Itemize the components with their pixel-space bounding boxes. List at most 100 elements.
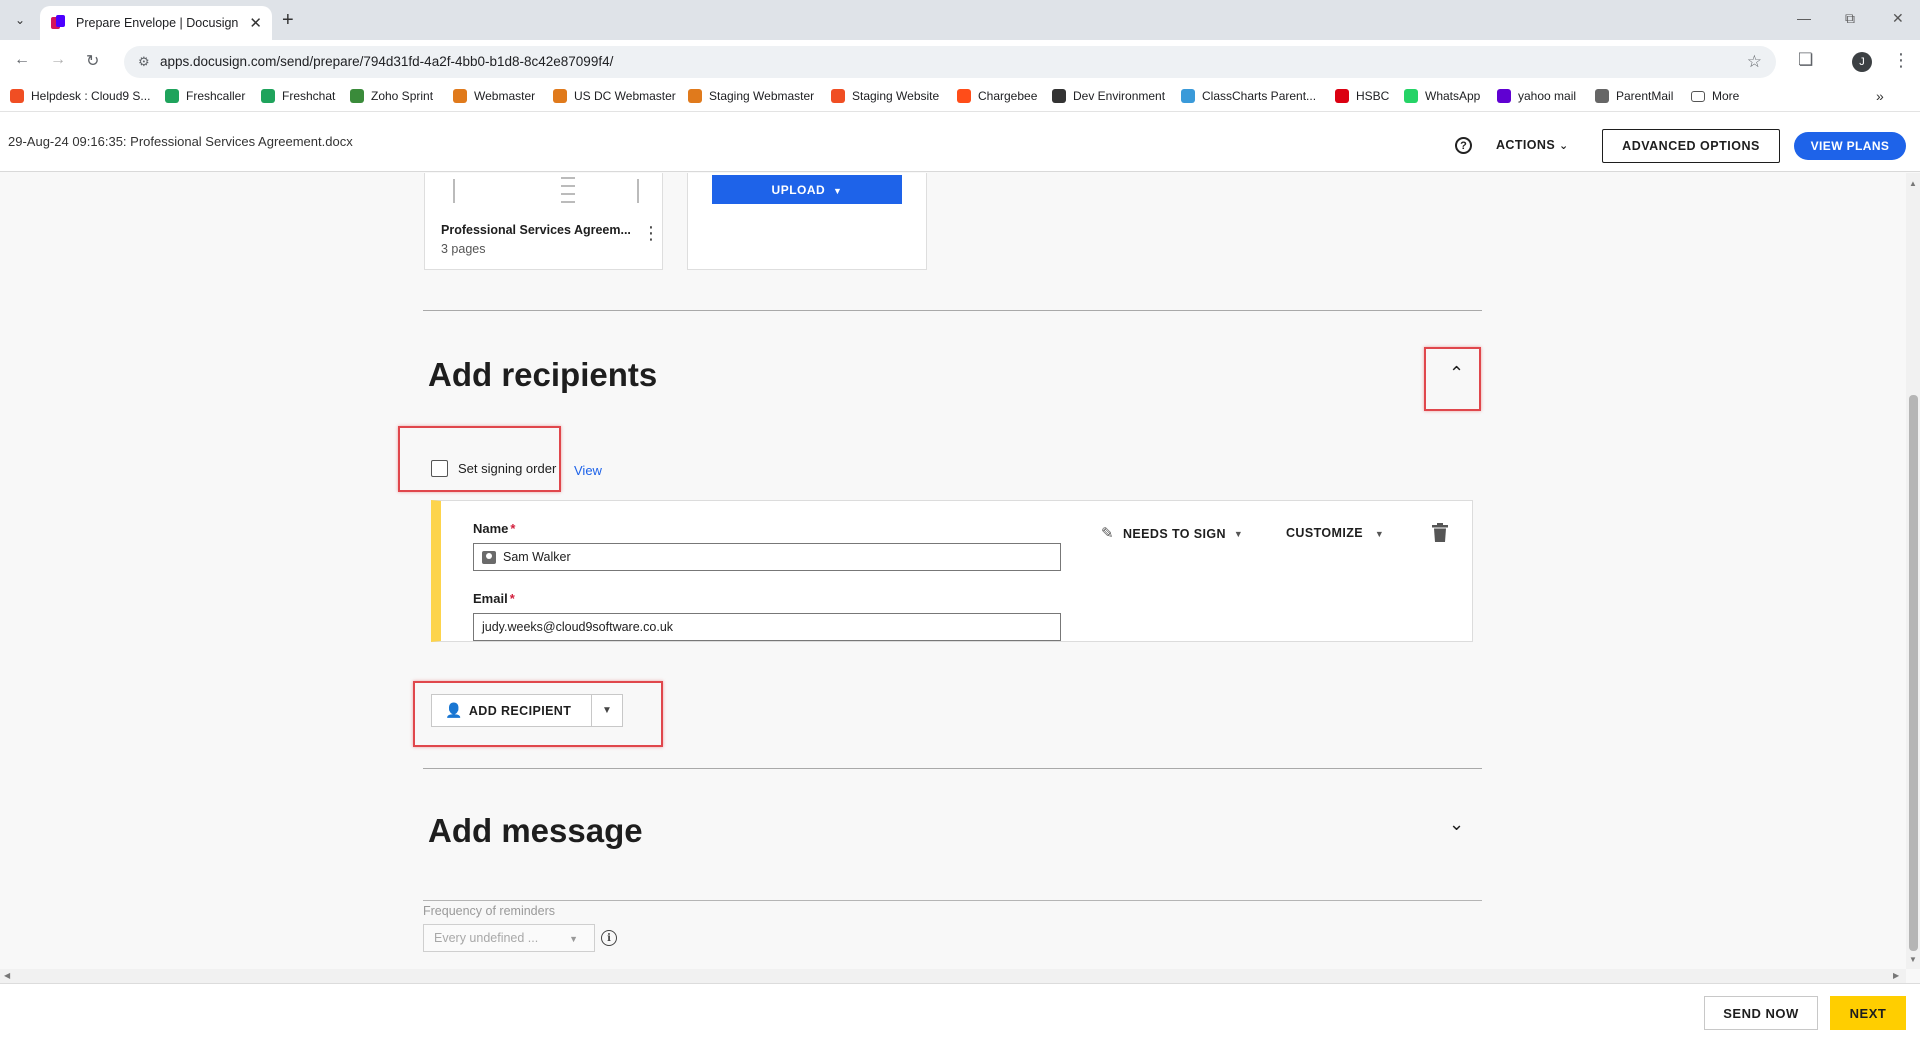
forward-icon[interactable]: → (50, 51, 66, 69)
info-icon[interactable]: i (601, 930, 617, 946)
bookmark-icon (165, 89, 179, 103)
bookmark-item[interactable]: Helpdesk : Cloud9 S... (10, 89, 150, 103)
bookmark-item[interactable]: HSBC (1335, 89, 1389, 103)
bookmarks-overflow-icon[interactable]: » (1876, 88, 1884, 104)
section-divider (423, 310, 1482, 311)
recipient-name-input[interactable]: Sam Walker (473, 543, 1061, 571)
upload-card: UPLOAD ▼ (687, 173, 927, 270)
bookmark-icon (831, 89, 845, 103)
scroll-left-arrow-icon[interactable]: ◀ (4, 971, 10, 980)
scroll-down-arrow-icon[interactable]: ▼ (1909, 955, 1917, 964)
advanced-options-button[interactable]: ADVANCED OPTIONS (1602, 129, 1780, 163)
section-divider (423, 768, 1482, 769)
caret-down-icon: ▼ (1233, 529, 1244, 539)
profile-avatar[interactable]: J (1852, 52, 1872, 72)
restore-icon[interactable]: ⧉ (1845, 10, 1855, 27)
reminder-frequency-label: Frequency of reminders (423, 904, 556, 918)
extensions-icon[interactable]: ❏ (1798, 50, 1813, 70)
main-content: Professional Services Agreem... 3 pages … (0, 173, 1906, 969)
tab-title: Prepare Envelope | Docusign (76, 16, 239, 30)
signing-order-view-link[interactable]: View (574, 463, 602, 478)
email-label: Email * (473, 591, 515, 606)
window-close-icon[interactable]: ✕ (1892, 10, 1904, 27)
reload-icon[interactable]: ↻ (86, 51, 99, 71)
next-button[interactable]: NEXT (1830, 996, 1906, 1030)
bookmark-icon (1595, 89, 1609, 103)
footer-bar (0, 983, 1920, 1040)
bookmarks-bar: Helpdesk : Cloud9 S... Freshcaller Fresh… (0, 82, 1920, 112)
upload-button[interactable]: UPLOAD ▼ (712, 175, 902, 204)
bookmark-icon (453, 89, 467, 103)
document-pages: 3 pages (441, 242, 486, 256)
help-icon[interactable]: ? (1455, 137, 1472, 154)
bookmark-item[interactable]: ClassCharts Parent... (1181, 89, 1316, 103)
site-settings-icon[interactable]: ⚙ (138, 54, 150, 70)
bookmark-icon (1052, 89, 1066, 103)
bookmark-icon (1181, 89, 1195, 103)
chevron-down-icon: ⌄ (1558, 140, 1569, 152)
add-message-title: Add message (428, 812, 643, 849)
recipient-email-input[interactable]: judy.weeks@cloud9software.co.uk (473, 613, 1061, 641)
horizontal-scrollbar[interactable]: ◀ ▶ (0, 969, 1906, 983)
bookmark-icon (553, 89, 567, 103)
browser-tab-bar: ⌄ Prepare Envelope | Docusign ✕ + — ⧉ ✕ (0, 0, 1920, 40)
bookmark-item[interactable]: US DC Webmaster (553, 89, 676, 103)
caret-down-icon: ▼ (833, 185, 843, 196)
scroll-right-arrow-icon[interactable]: ▶ (1893, 971, 1899, 980)
send-now-button[interactable]: SEND NOW (1704, 996, 1818, 1030)
bookmark-item[interactable]: ParentMail (1595, 89, 1673, 103)
bookmark-icon (957, 89, 971, 103)
minimize-icon[interactable]: — (1797, 10, 1811, 26)
annotation-highlight (413, 681, 663, 747)
bookmark-icon (688, 89, 702, 103)
pen-icon: ✎ (1101, 525, 1114, 542)
bookmark-folder-more[interactable]: More (1691, 89, 1739, 103)
bookmark-item[interactable]: Webmaster (453, 89, 535, 103)
bookmark-icon (10, 89, 24, 103)
scroll-up-arrow-icon[interactable]: ▲ (1909, 179, 1917, 188)
document-name: Professional Services Agreem... (441, 223, 631, 237)
bookmark-item[interactable]: Freshchat (261, 89, 335, 103)
bookmark-icon (1497, 89, 1511, 103)
bookmark-item[interactable]: Freshcaller (165, 89, 245, 103)
new-tab-icon[interactable]: + (282, 8, 294, 32)
folder-icon (1691, 90, 1705, 102)
add-recipients-title: Add recipients (428, 356, 658, 393)
scrollbar-thumb[interactable] (1909, 395, 1918, 951)
browser-menu-icon[interactable]: ⋮ (1892, 50, 1910, 71)
bookmark-item[interactable]: Staging Webmaster (688, 89, 814, 103)
bookmark-item[interactable]: Zoho Sprint (350, 89, 433, 103)
actions-menu[interactable]: ACTIONS ⌄ (1496, 138, 1569, 152)
recipient-role-dropdown[interactable]: ✎ NEEDS TO SIGN ▼ (1101, 526, 1243, 542)
expand-message-chevron-down-icon[interactable]: ⌄ (1449, 814, 1464, 835)
url-text[interactable]: apps.docusign.com/send/prepare/794d31fd-… (160, 54, 613, 69)
reminder-frequency-select[interactable]: Every undefined ... ▼ (423, 924, 595, 952)
bookmark-icon (1335, 89, 1349, 103)
bookmark-icon (350, 89, 364, 103)
back-icon[interactable]: ← (14, 51, 30, 69)
caret-down-icon: ▼ (569, 934, 578, 944)
document-card[interactable]: Professional Services Agreem... 3 pages … (424, 173, 663, 270)
docusign-favicon-icon (50, 15, 66, 31)
bookmark-star-icon[interactable]: ☆ (1747, 52, 1762, 72)
document-thumbnail (451, 173, 639, 209)
tab-list-chevron-icon[interactable]: ⌄ (8, 8, 32, 32)
document-menu-icon[interactable]: ⋮ (642, 223, 660, 244)
delete-recipient-trash-icon[interactable] (1431, 523, 1449, 543)
annotation-highlight (398, 426, 561, 492)
address-bar[interactable]: ⚙ apps.docusign.com/send/prepare/794d31f… (124, 46, 1776, 78)
recipient-card: Name * Sam Walker Email * judy.weeks@cloud… (431, 500, 1473, 642)
bookmark-icon (1404, 89, 1418, 103)
contact-card-icon[interactable] (482, 551, 496, 565)
vertical-scrollbar[interactable]: ▲ ▼ (1906, 173, 1920, 969)
tab-close-icon[interactable]: ✕ (249, 14, 262, 32)
bookmark-item[interactable]: Chargebee (957, 89, 1037, 103)
customize-dropdown[interactable]: CUSTOMIZE ▼ (1286, 526, 1384, 540)
bookmark-item[interactable]: Dev Environment (1052, 89, 1165, 103)
annotation-highlight (1424, 347, 1481, 411)
bookmark-item[interactable]: Staging Website (831, 89, 939, 103)
view-plans-button[interactable]: VIEW PLANS (1794, 132, 1906, 160)
browser-tab[interactable]: Prepare Envelope | Docusign ✕ (40, 6, 272, 40)
bookmark-item[interactable]: yahoo mail (1497, 89, 1576, 103)
bookmark-item[interactable]: WhatsApp (1404, 89, 1480, 103)
